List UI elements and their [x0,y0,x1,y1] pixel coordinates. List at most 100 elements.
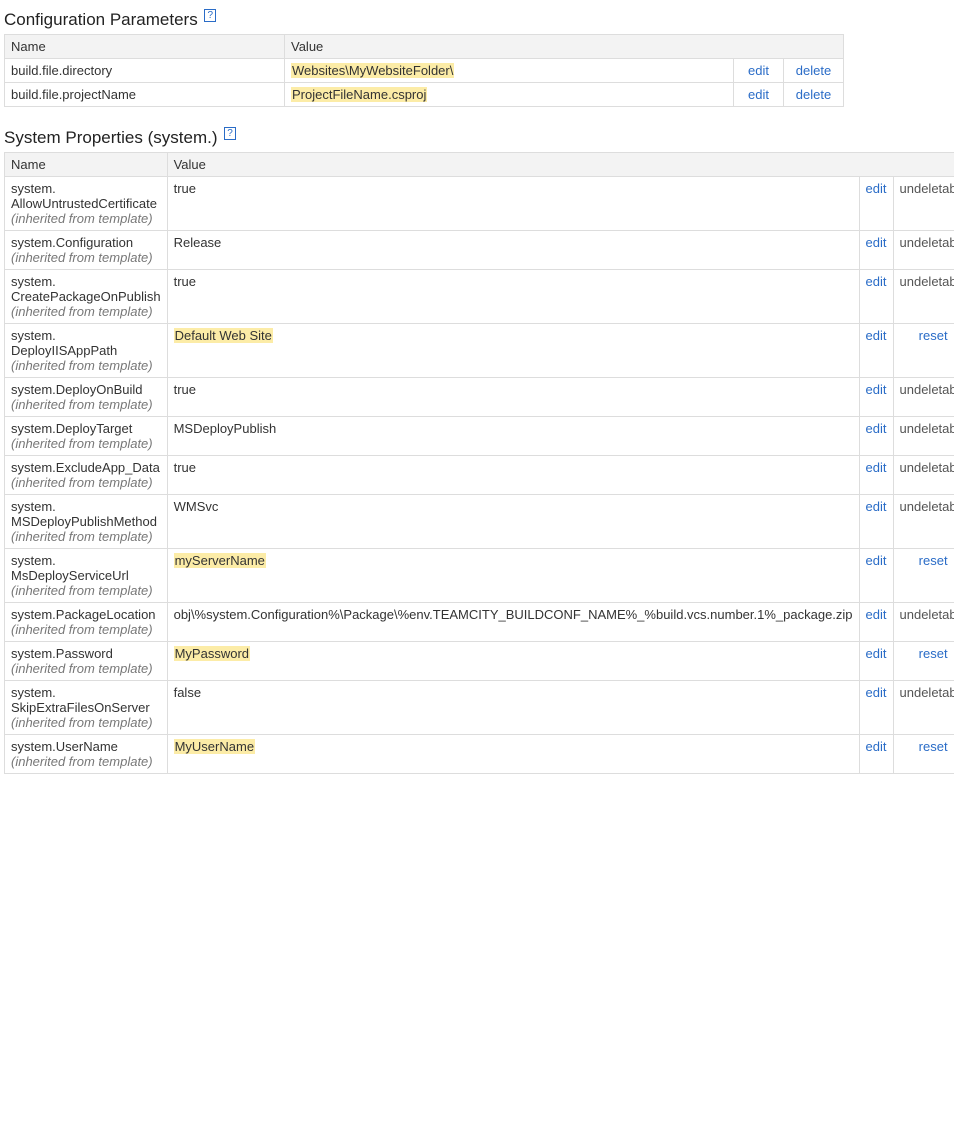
config-params-heading: Configuration Parameters ? [4,10,950,30]
reset-link[interactable]: reset [919,739,948,754]
table-row: system.PackageLocation(inherited from te… [5,603,954,642]
table-row: system.Password(inherited from template)… [5,642,954,681]
delete-link[interactable]: delete [796,63,831,78]
undeletable-label: undeletable [900,181,954,196]
param-value: WMSvc [174,499,219,514]
inherited-label: (inherited from template) [11,397,161,412]
table-row: system. DeployIISAppPath(inherited from … [5,324,954,378]
param-value: myServerName [174,553,266,568]
table-row: system.Configuration(inherited from temp… [5,231,954,270]
edit-link[interactable]: edit [866,553,887,568]
table-row: system. MsDeployServiceUrl(inherited fro… [5,549,954,603]
inherited-label: (inherited from template) [11,358,161,373]
inherited-label: (inherited from template) [11,715,161,730]
inherited-label: (inherited from template) [11,250,161,265]
edit-link[interactable]: edit [748,87,769,102]
param-name: system.ExcludeApp_Data(inherited from te… [5,456,168,495]
col-value: Value [285,35,844,59]
table-row: system.UserName(inherited from template)… [5,735,954,774]
param-name: system.Password(inherited from template) [5,642,168,681]
reset-link[interactable]: reset [919,328,948,343]
edit-link[interactable]: edit [866,421,887,436]
edit-link[interactable]: edit [866,235,887,250]
param-value: true [174,274,196,289]
edit-link[interactable]: edit [866,739,887,754]
param-name: system. MSDeployPublishMethod(inherited … [5,495,168,549]
edit-link[interactable]: edit [866,382,887,397]
param-value: Release [174,235,222,250]
param-name: system.PackageLocation(inherited from te… [5,603,168,642]
inherited-label: (inherited from template) [11,211,161,226]
param-name: system. SkipExtraFilesOnServer(inherited… [5,681,168,735]
system-props-table: Name Value system. AllowUntrustedCertifi… [4,152,954,774]
param-value-cell: myServerName [167,549,859,603]
undeletable-label: undeletable [900,274,954,289]
edit-link[interactable]: edit [866,460,887,475]
edit-link[interactable]: edit [866,274,887,289]
config-params-title: Configuration Parameters [4,10,198,29]
edit-link[interactable]: edit [866,499,887,514]
param-value: true [174,181,196,196]
reset-link[interactable]: reset [919,646,948,661]
param-name: build.file.projectName [5,83,285,107]
param-value-cell: true [167,378,859,417]
edit-link[interactable]: edit [866,328,887,343]
param-value-cell: MSDeployPublish [167,417,859,456]
param-value: MyUserName [174,739,255,754]
edit-link[interactable]: edit [748,63,769,78]
param-value-cell: true [167,177,859,231]
table-row: system. MSDeployPublishMethod(inherited … [5,495,954,549]
param-value-cell: ProjectFileName.csproj [285,83,734,107]
col-value: Value [167,153,954,177]
inherited-label: (inherited from template) [11,529,161,544]
edit-link[interactable]: edit [866,646,887,661]
param-value: false [174,685,201,700]
param-value: true [174,382,196,397]
param-value-cell: WMSvc [167,495,859,549]
param-value-cell: Websites\MyWebsiteFolder\ [285,59,734,83]
param-value: MyPassword [174,646,250,661]
param-name: system. AllowUntrustedCertificate(inheri… [5,177,168,231]
table-row: system. AllowUntrustedCertificate(inheri… [5,177,954,231]
param-value: MSDeployPublish [174,421,277,436]
param-value-cell: Default Web Site [167,324,859,378]
reset-link[interactable]: reset [919,553,948,568]
param-value: obj\%system.Configuration%\Package\%env.… [174,607,853,622]
undeletable-label: undeletable [900,685,954,700]
edit-link[interactable]: edit [866,607,887,622]
edit-link[interactable]: edit [866,685,887,700]
inherited-label: (inherited from template) [11,475,161,490]
undeletable-label: undeletable [900,460,954,475]
table-row: system.ExcludeApp_Data(inherited from te… [5,456,954,495]
edit-link[interactable]: edit [866,181,887,196]
table-row: build.file.projectNameProjectFileName.cs… [5,83,844,107]
param-name: system. CreatePackageOnPublish(inherited… [5,270,168,324]
param-value-cell: false [167,681,859,735]
param-name: system.DeployTarget(inherited from templ… [5,417,168,456]
inherited-label: (inherited from template) [11,622,161,637]
param-name: build.file.directory [5,59,285,83]
inherited-label: (inherited from template) [11,436,161,451]
param-value-cell: MyUserName [167,735,859,774]
undeletable-label: undeletable [900,499,954,514]
param-value-cell: Release [167,231,859,270]
param-value-cell: true [167,456,859,495]
param-name: system.DeployOnBuild(inherited from temp… [5,378,168,417]
undeletable-label: undeletable [900,607,954,622]
inherited-label: (inherited from template) [11,661,161,676]
help-icon[interactable]: ? [204,9,216,22]
inherited-label: (inherited from template) [11,304,161,319]
system-props-heading: System Properties (system.) ? [4,128,950,148]
table-row: build.file.directoryWebsites\MyWebsiteFo… [5,59,844,83]
param-value-cell: true [167,270,859,324]
param-name: system. MsDeployServiceUrl(inherited fro… [5,549,168,603]
table-row: system. CreatePackageOnPublish(inherited… [5,270,954,324]
delete-link[interactable]: delete [796,87,831,102]
inherited-label: (inherited from template) [11,583,161,598]
help-icon[interactable]: ? [224,127,236,140]
undeletable-label: undeletable [900,235,954,250]
col-name: Name [5,35,285,59]
config-params-table: Name Value build.file.directoryWebsites\… [4,34,844,107]
inherited-label: (inherited from template) [11,754,161,769]
param-name: system.UserName(inherited from template) [5,735,168,774]
